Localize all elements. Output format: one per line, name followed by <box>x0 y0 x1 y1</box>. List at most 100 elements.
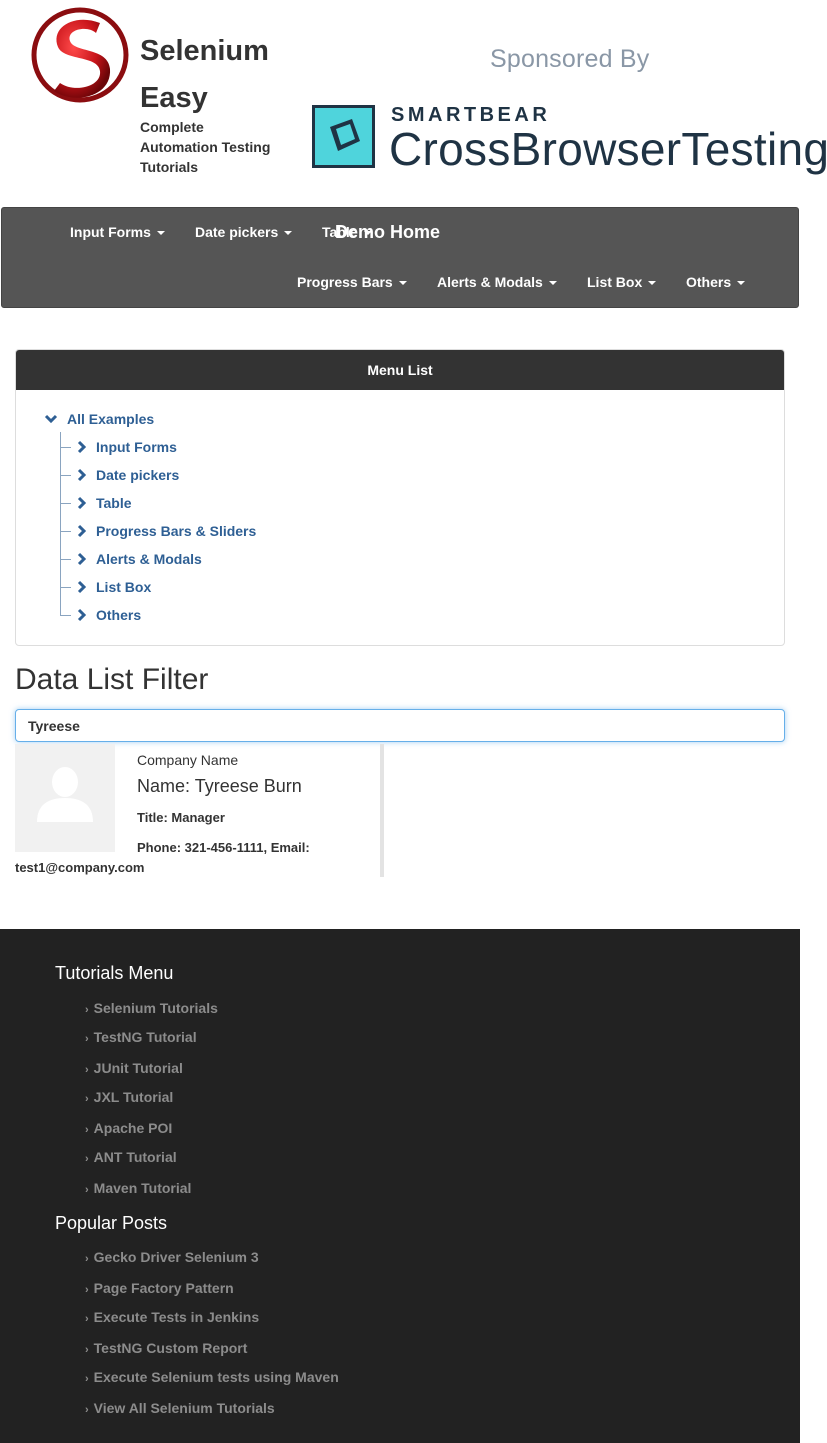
footer-link-label: Execute Tests in Jenkins <box>93 1309 260 1325</box>
nav-others[interactable]: Others <box>686 274 746 290</box>
footer-link-label: View All Selenium Tutorials <box>93 1400 275 1416</box>
nav-date-pickers[interactable]: Date pickers <box>195 224 293 240</box>
chevron-right-icon: › <box>85 1184 89 1196</box>
tree-branch <box>61 559 71 561</box>
chevron-right-icon: › <box>85 1093 89 1105</box>
tree-item-others[interactable]: Others <box>96 607 141 623</box>
chevron-right-icon: › <box>85 1033 89 1045</box>
footer-link[interactable]: › JXL Tutorial <box>85 1089 173 1105</box>
tree-item-progress-bars-sliders[interactable]: Progress Bars & Sliders <box>96 523 256 539</box>
caret-down-icon <box>156 231 165 236</box>
caret-down-icon <box>648 281 657 286</box>
brand-tagline: Complete Automation Testing Tutorials <box>140 117 290 177</box>
footer-link[interactable]: › TestNG Custom Report <box>85 1340 247 1356</box>
tree-item-date-pickers[interactable]: Date pickers <box>96 467 179 483</box>
footer-link[interactable]: › Selenium Tutorials <box>85 1000 218 1016</box>
footer-popular-heading: Popular Posts <box>55 1213 168 1233</box>
chevron-right-icon[interactable] <box>76 608 86 622</box>
chevron-right-icon: › <box>85 1004 89 1016</box>
chevron-right-icon: › <box>85 1153 89 1165</box>
tree-branch <box>61 587 71 589</box>
chevron-right-icon: › <box>85 1064 89 1076</box>
tree-item-alerts-modals[interactable]: Alerts & Modals <box>96 551 202 567</box>
sponsor-product-name[interactable]: CrossBrowserTesting <box>389 122 827 176</box>
tree-branch <box>61 615 71 617</box>
footer-link-label: Execute Selenium tests using Maven <box>93 1369 339 1385</box>
menu-list-title: Menu List <box>16 350 784 390</box>
footer-link[interactable]: › Gecko Driver Selenium 3 <box>85 1249 259 1265</box>
footer-link[interactable]: › ANT Tutorial <box>85 1149 177 1165</box>
result-company: Company Name <box>137 752 239 768</box>
brand-line-2: Easy <box>140 82 208 114</box>
chevron-right-icon[interactable] <box>76 580 86 594</box>
chevron-right-icon: › <box>85 1284 89 1296</box>
crossbrowsertesting-logo-icon[interactable] <box>312 105 375 168</box>
footer-link[interactable]: › Execute Selenium tests using Maven <box>85 1369 339 1385</box>
chevron-right-icon[interactable] <box>76 468 86 482</box>
caret-down-icon <box>737 281 746 286</box>
footer-link[interactable]: › View All Selenium Tutorials <box>85 1400 275 1416</box>
sponsored-by-label: Sponsored By <box>490 45 650 73</box>
chevron-down-icon[interactable] <box>44 413 58 425</box>
nav-list-box[interactable]: List Box <box>587 274 657 290</box>
tree-item-table[interactable]: Table <box>96 495 132 511</box>
card-divider <box>380 744 384 877</box>
tagline-line-3: Tutorials <box>140 159 199 175</box>
chevron-right-icon[interactable] <box>76 496 86 510</box>
chevron-right-icon[interactable] <box>76 552 86 566</box>
footer-link-label: ANT Tutorial <box>93 1149 177 1165</box>
search-input[interactable] <box>15 709 785 742</box>
chevron-right-icon: › <box>85 1373 89 1385</box>
tagline-line-1: Complete <box>140 119 204 135</box>
tree-branch <box>61 447 71 449</box>
footer-link[interactable]: › Apache POI <box>85 1120 172 1136</box>
chevron-right-icon: › <box>85 1344 89 1356</box>
nav-input-forms[interactable]: Input Forms <box>70 224 165 240</box>
footer-link-label: Gecko Driver Selenium 3 <box>93 1249 259 1265</box>
tree-branch <box>61 503 71 505</box>
tree-branch <box>61 475 71 477</box>
tree-item-input-forms[interactable]: Input Forms <box>96 439 177 455</box>
footer-link-label: Page Factory Pattern <box>93 1280 234 1296</box>
footer-link[interactable]: › JUnit Tutorial <box>85 1060 183 1076</box>
nav-alerts-modals-label: Alerts & Modals <box>437 274 543 290</box>
chevron-right-icon: › <box>85 1313 89 1325</box>
footer-link[interactable]: › Maven Tutorial <box>85 1180 191 1196</box>
brand-title[interactable]: Selenium Easy <box>140 28 300 122</box>
nav-progress-bars[interactable]: Progress Bars <box>297 274 407 290</box>
caret-down-icon <box>284 231 293 236</box>
demo-home-link[interactable]: Demo Home <box>335 222 440 243</box>
nav-others-label: Others <box>686 274 732 290</box>
footer-link-label: Maven Tutorial <box>93 1180 192 1196</box>
footer-link-label: Selenium Tutorials <box>93 1000 218 1016</box>
footer-link[interactable]: › Page Factory Pattern <box>85 1280 234 1296</box>
chevron-right-icon: › <box>85 1124 89 1136</box>
selenium-easy-logo-icon <box>31 7 129 103</box>
nav-input-forms-label: Input Forms <box>70 224 151 240</box>
footer-link-label: Apache POI <box>93 1120 173 1136</box>
footer-link-label: JXL Tutorial <box>93 1089 174 1105</box>
nav-progress-bars-label: Progress Bars <box>297 274 393 290</box>
tree-root-all-examples[interactable]: All Examples <box>67 411 154 427</box>
caret-down-icon <box>398 281 407 286</box>
chevron-right-icon[interactable] <box>76 524 86 538</box>
tree-branch <box>61 531 71 533</box>
result-email: test1@company.com <box>15 860 145 875</box>
footer-link[interactable]: › TestNG Tutorial <box>85 1029 197 1045</box>
footer-tutorials-heading: Tutorials Menu <box>55 963 174 983</box>
chevron-right-icon: › <box>85 1253 89 1265</box>
caret-down-icon <box>548 281 557 286</box>
tagline-line-2: Automation Testing <box>140 139 271 155</box>
footer-link-label: TestNG Custom Report <box>93 1340 248 1356</box>
chevron-right-icon[interactable] <box>76 440 86 454</box>
footer-link-label: JUnit Tutorial <box>93 1060 183 1076</box>
nav-list-box-label: List Box <box>587 274 643 290</box>
nav-alerts-modals[interactable]: Alerts & Modals <box>437 274 557 290</box>
tree-item-list-box[interactable]: List Box <box>96 579 151 595</box>
footer-link-label: TestNG Tutorial <box>93 1029 197 1045</box>
result-title: Title: Manager <box>137 810 225 825</box>
footer-link[interactable]: › Execute Tests in Jenkins <box>85 1309 259 1325</box>
user-placeholder-icon <box>37 767 93 822</box>
result-name: Name: Tyreese Burn <box>137 776 302 796</box>
nav-date-pickers-label: Date pickers <box>195 224 279 240</box>
